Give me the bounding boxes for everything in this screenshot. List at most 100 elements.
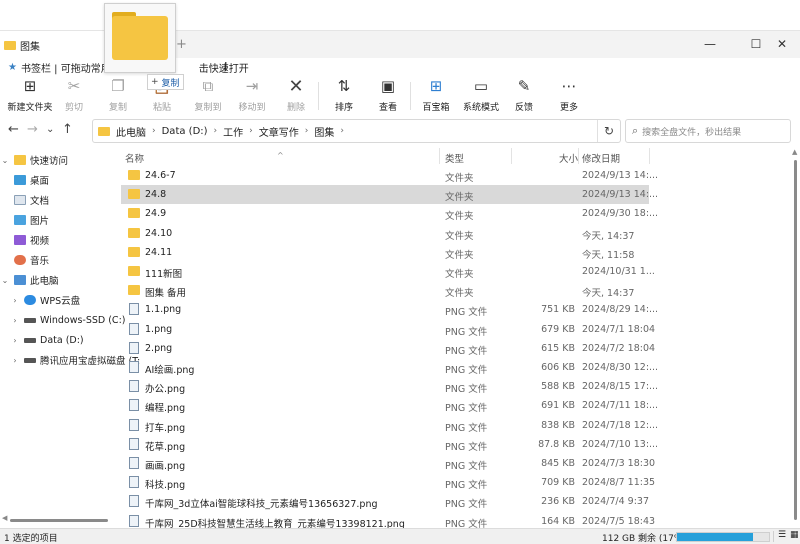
up-arrow-icon[interactable]: ↑ bbox=[62, 122, 73, 137]
table-row[interactable]: 24.6-7 文件夹 2024/9/13 14:... bbox=[121, 166, 658, 185]
scroll-left-icon[interactable]: ◀ bbox=[2, 514, 7, 522]
table-row[interactable]: 111新图 文件夹 2024/10/31 1... bbox=[121, 262, 655, 281]
sidebar-item-documents[interactable]: 文档 bbox=[10, 190, 49, 210]
horizontal-scrollbar[interactable] bbox=[10, 519, 108, 522]
minimize-button[interactable]: — bbox=[700, 37, 720, 51]
chevron-right-icon[interactable]: › bbox=[10, 296, 20, 305]
delete-button[interactable]: ✕ 删除 bbox=[284, 76, 308, 116]
column-divider[interactable] bbox=[578, 148, 579, 164]
folder-icon bbox=[112, 16, 168, 60]
breadcrumb-item[interactable]: 文章写作 bbox=[259, 124, 299, 139]
chevron-down-icon[interactable]: ⌄ bbox=[0, 156, 10, 165]
table-row[interactable]: 办公.png PNG 文件 588 KB 2024/8/15 17:... bbox=[121, 377, 658, 396]
view-button[interactable]: ▣ 查看 bbox=[374, 76, 402, 116]
sort-button[interactable]: ⇅ 排序 bbox=[330, 76, 358, 116]
vertical-scrollbar[interactable]: ▲ bbox=[791, 148, 800, 528]
file-date: 2024/8/7 11:35 bbox=[582, 477, 656, 489]
breadcrumb-item[interactable]: 此电脑 bbox=[116, 124, 146, 139]
breadcrumb-item[interactable]: 图集 bbox=[314, 124, 334, 139]
table-row[interactable]: 1.png PNG 文件 679 KB 2024/7/1 18:04 bbox=[121, 320, 655, 339]
table-row[interactable]: 编程.png PNG 文件 691 KB 2024/7/11 18:... bbox=[121, 396, 658, 415]
column-header-date[interactable]: 修改日期 bbox=[582, 151, 620, 165]
breadcrumb-item[interactable]: 工作 bbox=[223, 124, 243, 139]
scrollbar-thumb[interactable] bbox=[794, 160, 797, 520]
new-tab-button[interactable]: + bbox=[176, 37, 187, 52]
table-row[interactable]: 24.8 文件夹 2024/9/13 14:... bbox=[121, 185, 658, 205]
table-row[interactable]: 24.10 文件夹 今天, 14:37 bbox=[121, 224, 649, 243]
table-row[interactable]: 千库网_3d立体ai智能球科技_元素编号13656327.png PNG 文件 23… bbox=[121, 492, 649, 511]
feedback-button[interactable]: ✎ 反馈 bbox=[510, 76, 538, 116]
move-to-button[interactable]: ⇥ 移动到 bbox=[236, 76, 268, 116]
column-divider[interactable] bbox=[511, 148, 512, 164]
folder-icon bbox=[128, 285, 140, 296]
sidebar-item-videos[interactable]: 视频 bbox=[10, 230, 49, 250]
sidebar-item-windows-ssd[interactable]: › Windows-SSD (C:) bbox=[10, 310, 125, 330]
column-header-size[interactable]: 大小 bbox=[559, 151, 578, 165]
close-button[interactable]: ✕ bbox=[772, 37, 792, 51]
file-name: 2.png bbox=[145, 342, 173, 354]
breadcrumb-item[interactable]: Data (D:) bbox=[162, 126, 208, 137]
more-label: 更多 bbox=[559, 103, 578, 113]
maximize-button[interactable]: ☐ bbox=[746, 37, 766, 51]
table-row[interactable]: 2.png PNG 文件 615 KB 2024/7/2 18:04 bbox=[121, 339, 655, 358]
sidebar-item-music[interactable]: 音乐 bbox=[10, 250, 49, 270]
system-mode-button[interactable]: ▭ 系统模式 bbox=[462, 76, 500, 116]
cut-button[interactable]: ✂ 剪切 bbox=[60, 76, 88, 116]
folder-icon bbox=[128, 246, 140, 257]
table-row[interactable]: 1.1.png PNG 文件 751 KB 2024/8/29 14:... bbox=[121, 300, 658, 319]
table-row[interactable]: 图集 备用 文件夹 今天, 14:37 bbox=[121, 281, 649, 300]
sidebar-item-desktop[interactable]: 桌面 bbox=[10, 170, 49, 190]
column-header-name[interactable]: 名称 bbox=[125, 151, 144, 165]
history-chevron-icon[interactable]: ⌄ bbox=[46, 124, 54, 135]
chevron-down-icon[interactable]: ⌄ bbox=[0, 276, 10, 285]
back-arrow-icon[interactable]: ← bbox=[8, 122, 19, 137]
table-row[interactable]: 科技.png PNG 文件 709 KB 2024/8/7 11:35 bbox=[121, 473, 655, 492]
copy-button[interactable]: ❐ 复制 bbox=[104, 76, 132, 116]
chevron-right-icon[interactable]: › bbox=[152, 126, 156, 136]
search-input[interactable]: ⌕ 搜索全盘文件，秒出结果 bbox=[625, 119, 791, 143]
file-type: PNG 文件 bbox=[445, 326, 488, 338]
more-button[interactable]: ⋯ 更多 bbox=[555, 76, 583, 116]
image-file-icon bbox=[129, 457, 139, 469]
sidebar-item-data-d[interactable]: › Data (D:) bbox=[10, 330, 83, 350]
file-date: 2024/7/4 9:37 bbox=[582, 496, 650, 508]
forward-arrow-icon[interactable]: → bbox=[27, 122, 38, 137]
column-header-type[interactable]: 类型 bbox=[445, 151, 464, 165]
treasure-box-button[interactable]: ⊞ 百宝箱 bbox=[420, 76, 452, 116]
cut-label: 剪切 bbox=[64, 103, 83, 113]
sidebar-item-quick-access[interactable]: ⌄ 快速访问 bbox=[0, 150, 68, 170]
file-name: 千库网_3d立体ai智能球科技_元素编号13656327.png bbox=[145, 499, 378, 511]
chevron-right-icon[interactable]: › bbox=[340, 126, 344, 136]
system-mode-label: 系统模式 bbox=[462, 103, 499, 113]
table-row[interactable]: AI绘画.png PNG 文件 606 KB 2024/8/30 12:... bbox=[121, 358, 658, 377]
column-divider[interactable] bbox=[649, 148, 650, 164]
new-folder-icon: ⊞ bbox=[23, 77, 37, 95]
sidebar-item-pictures[interactable]: 图片 bbox=[10, 210, 49, 230]
chevron-right-icon[interactable]: › bbox=[10, 356, 20, 365]
file-size: 615 KB bbox=[541, 342, 575, 354]
table-row[interactable]: 打车.png PNG 文件 838 KB 2024/7/18 12:... bbox=[121, 416, 658, 435]
chevron-right-icon[interactable]: › bbox=[10, 316, 20, 325]
table-row[interactable]: 24.11 文件夹 今天, 11:58 bbox=[121, 243, 649, 262]
chevron-right-icon[interactable]: › bbox=[214, 126, 218, 136]
file-type: 文件夹 bbox=[445, 249, 474, 261]
refresh-icon[interactable]: ↻ bbox=[597, 120, 620, 142]
chevron-right-icon[interactable]: › bbox=[249, 126, 253, 136]
details-view-icon[interactable]: ☰ bbox=[778, 530, 786, 540]
address-bar[interactable]: 此电脑 › Data (D:) › 工作 › 文章写作 › 图集 › ↻ bbox=[92, 119, 621, 143]
tiles-view-icon[interactable]: ▦ bbox=[790, 530, 799, 540]
sidebar-item-this-pc[interactable]: ⌄ 此电脑 bbox=[0, 270, 59, 290]
new-folder-button[interactable]: ⊞ 新建文件夹 bbox=[6, 76, 54, 116]
chevron-right-icon[interactable]: › bbox=[10, 336, 20, 345]
table-row[interactable]: 24.9 文件夹 2024/9/30 18:... bbox=[121, 204, 658, 223]
column-divider[interactable] bbox=[439, 148, 440, 164]
sidebar-item-label: 文档 bbox=[30, 196, 50, 207]
table-row[interactable]: 画画.png PNG 文件 845 KB 2024/7/3 18:30 bbox=[121, 454, 655, 473]
table-row[interactable]: 千库网_25D科技智慧生活线上教育_元素编号13398121.png PNG 文件… bbox=[121, 512, 655, 528]
copy-to-button[interactable]: ⧉ 复制到 bbox=[192, 76, 224, 116]
chevron-right-icon[interactable]: › bbox=[305, 126, 309, 136]
file-type: PNG 文件 bbox=[445, 345, 488, 357]
table-row[interactable]: 花草.png PNG 文件 87.8 KB 2024/7/10 13:... bbox=[121, 435, 658, 454]
scroll-up-icon[interactable]: ▲ bbox=[792, 148, 797, 156]
sidebar-item-wps-cloud[interactable]: › WPS云盘 bbox=[10, 290, 80, 310]
